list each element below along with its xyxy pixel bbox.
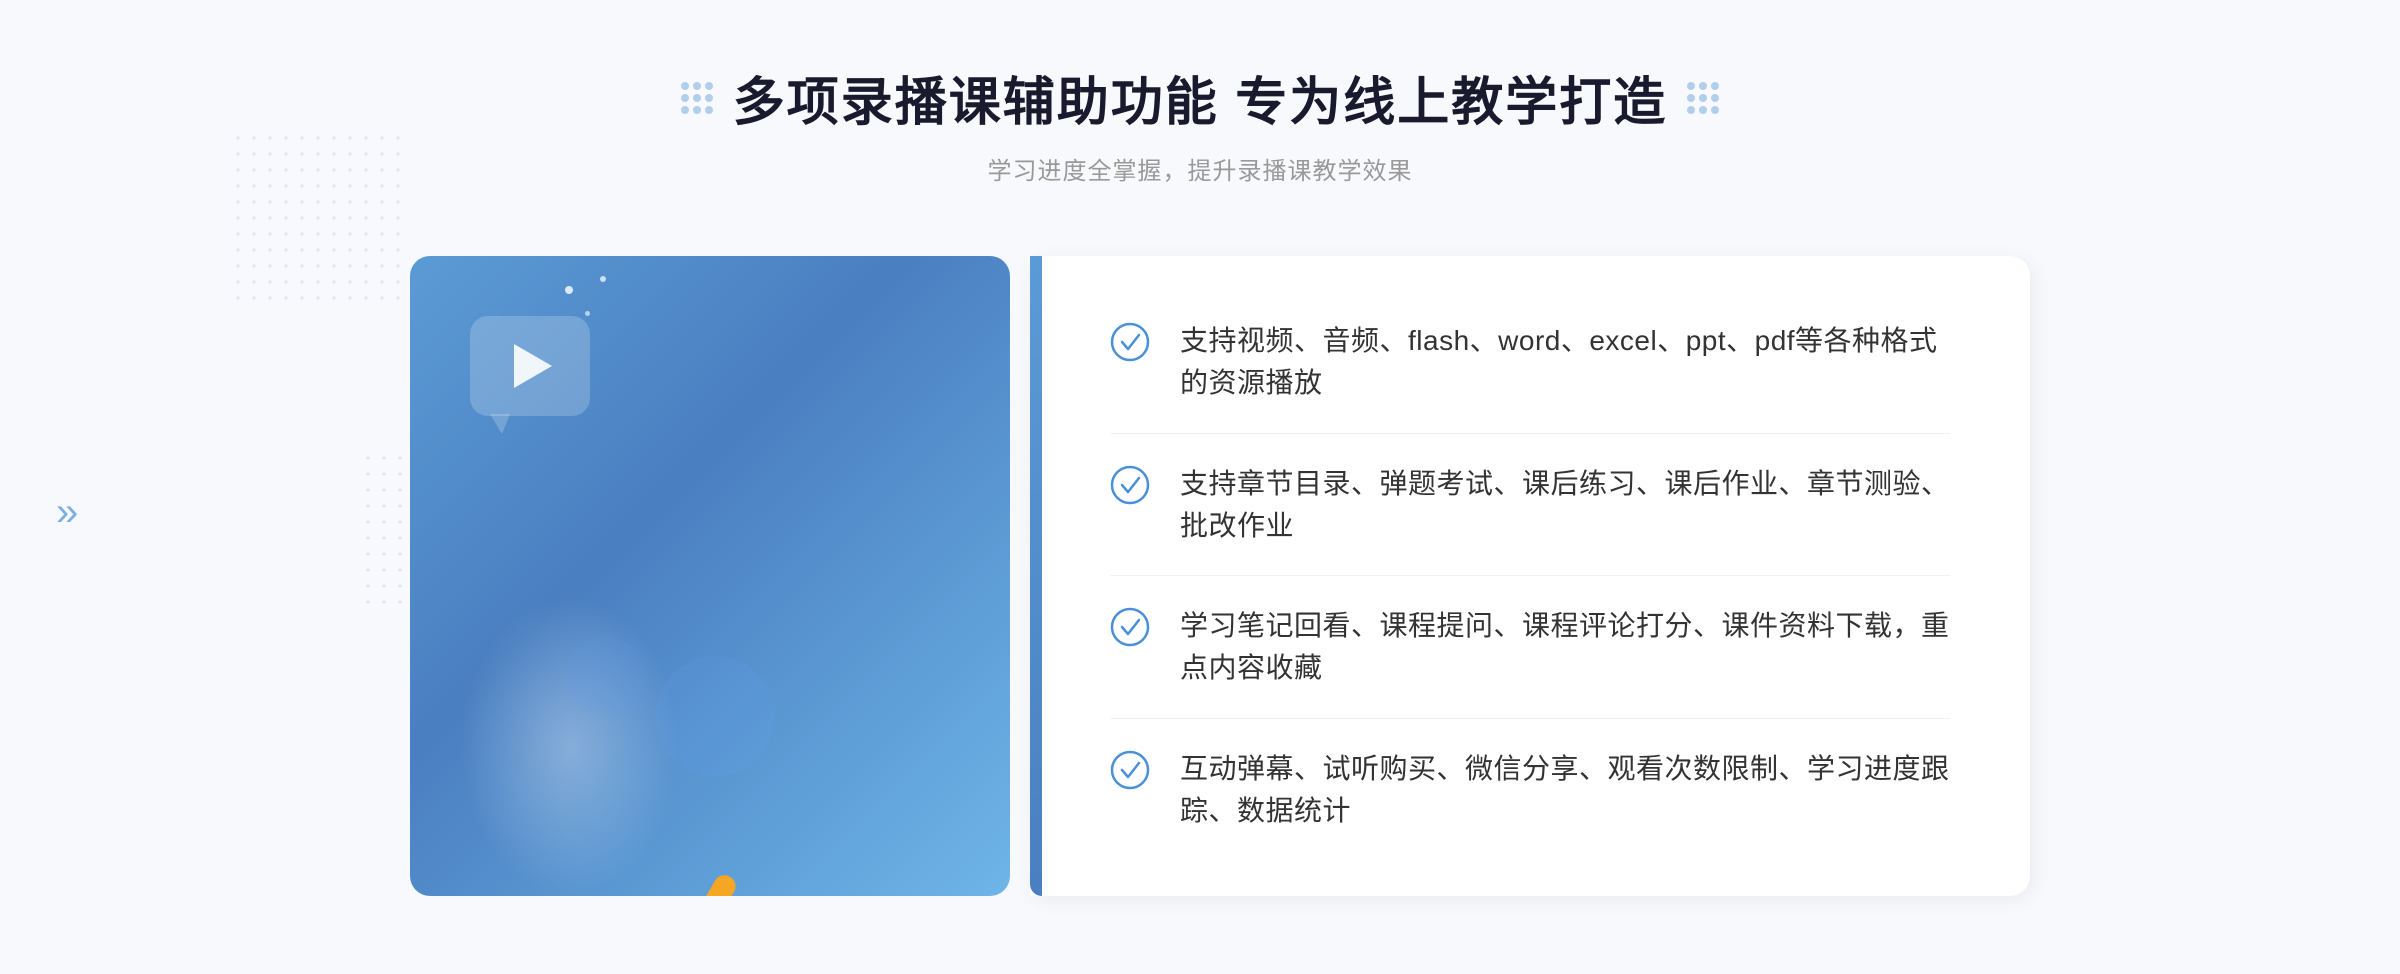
feature-text-2: 支持章节目录、弹题考试、课后练习、课后作业、章节测验、批改作业: [1180, 463, 1950, 547]
feature-item-1: 支持视频、音频、flash、word、excel、ppt、pdf等各种格式的资源…: [1110, 320, 1950, 404]
feature-text-1: 支持视频、音频、flash、word、excel、ppt、pdf等各种格式的资源…: [1180, 320, 1950, 404]
right-panel: 支持视频、音频、flash、word、excel、ppt、pdf等各种格式的资源…: [1030, 256, 2030, 896]
circle-decoration-1: [655, 656, 775, 776]
check-icon-4: [1110, 750, 1150, 790]
sparkle-3: [600, 276, 606, 282]
person-arm-right: [665, 871, 739, 896]
sparkle-1: [565, 286, 573, 294]
accent-bar: [1030, 256, 1042, 896]
circle-decoration-2: [565, 636, 645, 716]
feature-text-4: 互动弹幕、试听购买、微信分享、观看次数限制、学习进度跟踪、数据统计: [1180, 748, 1950, 832]
sparkle-2: [585, 311, 590, 316]
title-dots-right: [1687, 82, 1719, 114]
left-panel: [370, 236, 1030, 916]
divider-1: [1110, 433, 1950, 434]
feature-item-4: 互动弹幕、试听购买、微信分享、观看次数限制、学习进度跟踪、数据统计: [1110, 748, 1950, 832]
content-wrapper: 支持视频、音频、flash、word、excel、ppt、pdf等各种格式的资源…: [300, 236, 2100, 916]
title-row: 多项录播课辅助功能 专为线上教学打造: [681, 60, 1719, 135]
check-icon-1: [1110, 322, 1150, 362]
page-title: 多项录播课辅助功能 专为线上教学打造: [733, 60, 1667, 135]
check-icon-2: [1110, 465, 1150, 505]
divider-3: [1110, 718, 1950, 719]
chevron-decoration-left: »: [56, 490, 78, 535]
check-icon-3: [1110, 607, 1150, 647]
feature-item-3: 学习笔记回看、课程提问、课程评论打分、课件资料下载，重点内容收藏: [1110, 605, 1950, 689]
feature-text-3: 学习笔记回看、课程提问、课程评论打分、课件资料下载，重点内容收藏: [1180, 605, 1950, 689]
page-container: » 多项录播课辅助功能 专为线上教学打造 学习进度全掌握，提升录播课教学效果: [0, 0, 2400, 974]
image-card: [410, 256, 1010, 896]
title-dots-left: [681, 82, 713, 114]
illustration-figure: [490, 376, 810, 896]
header-section: 多项录播课辅助功能 专为线上教学打造 学习进度全掌握，提升录播课教学效果: [681, 60, 1719, 186]
divider-2: [1110, 575, 1950, 576]
page-subtitle: 学习进度全掌握，提升录播课教学效果: [681, 151, 1719, 186]
feature-item-2: 支持章节目录、弹题考试、课后练习、课后作业、章节测验、批改作业: [1110, 463, 1950, 547]
